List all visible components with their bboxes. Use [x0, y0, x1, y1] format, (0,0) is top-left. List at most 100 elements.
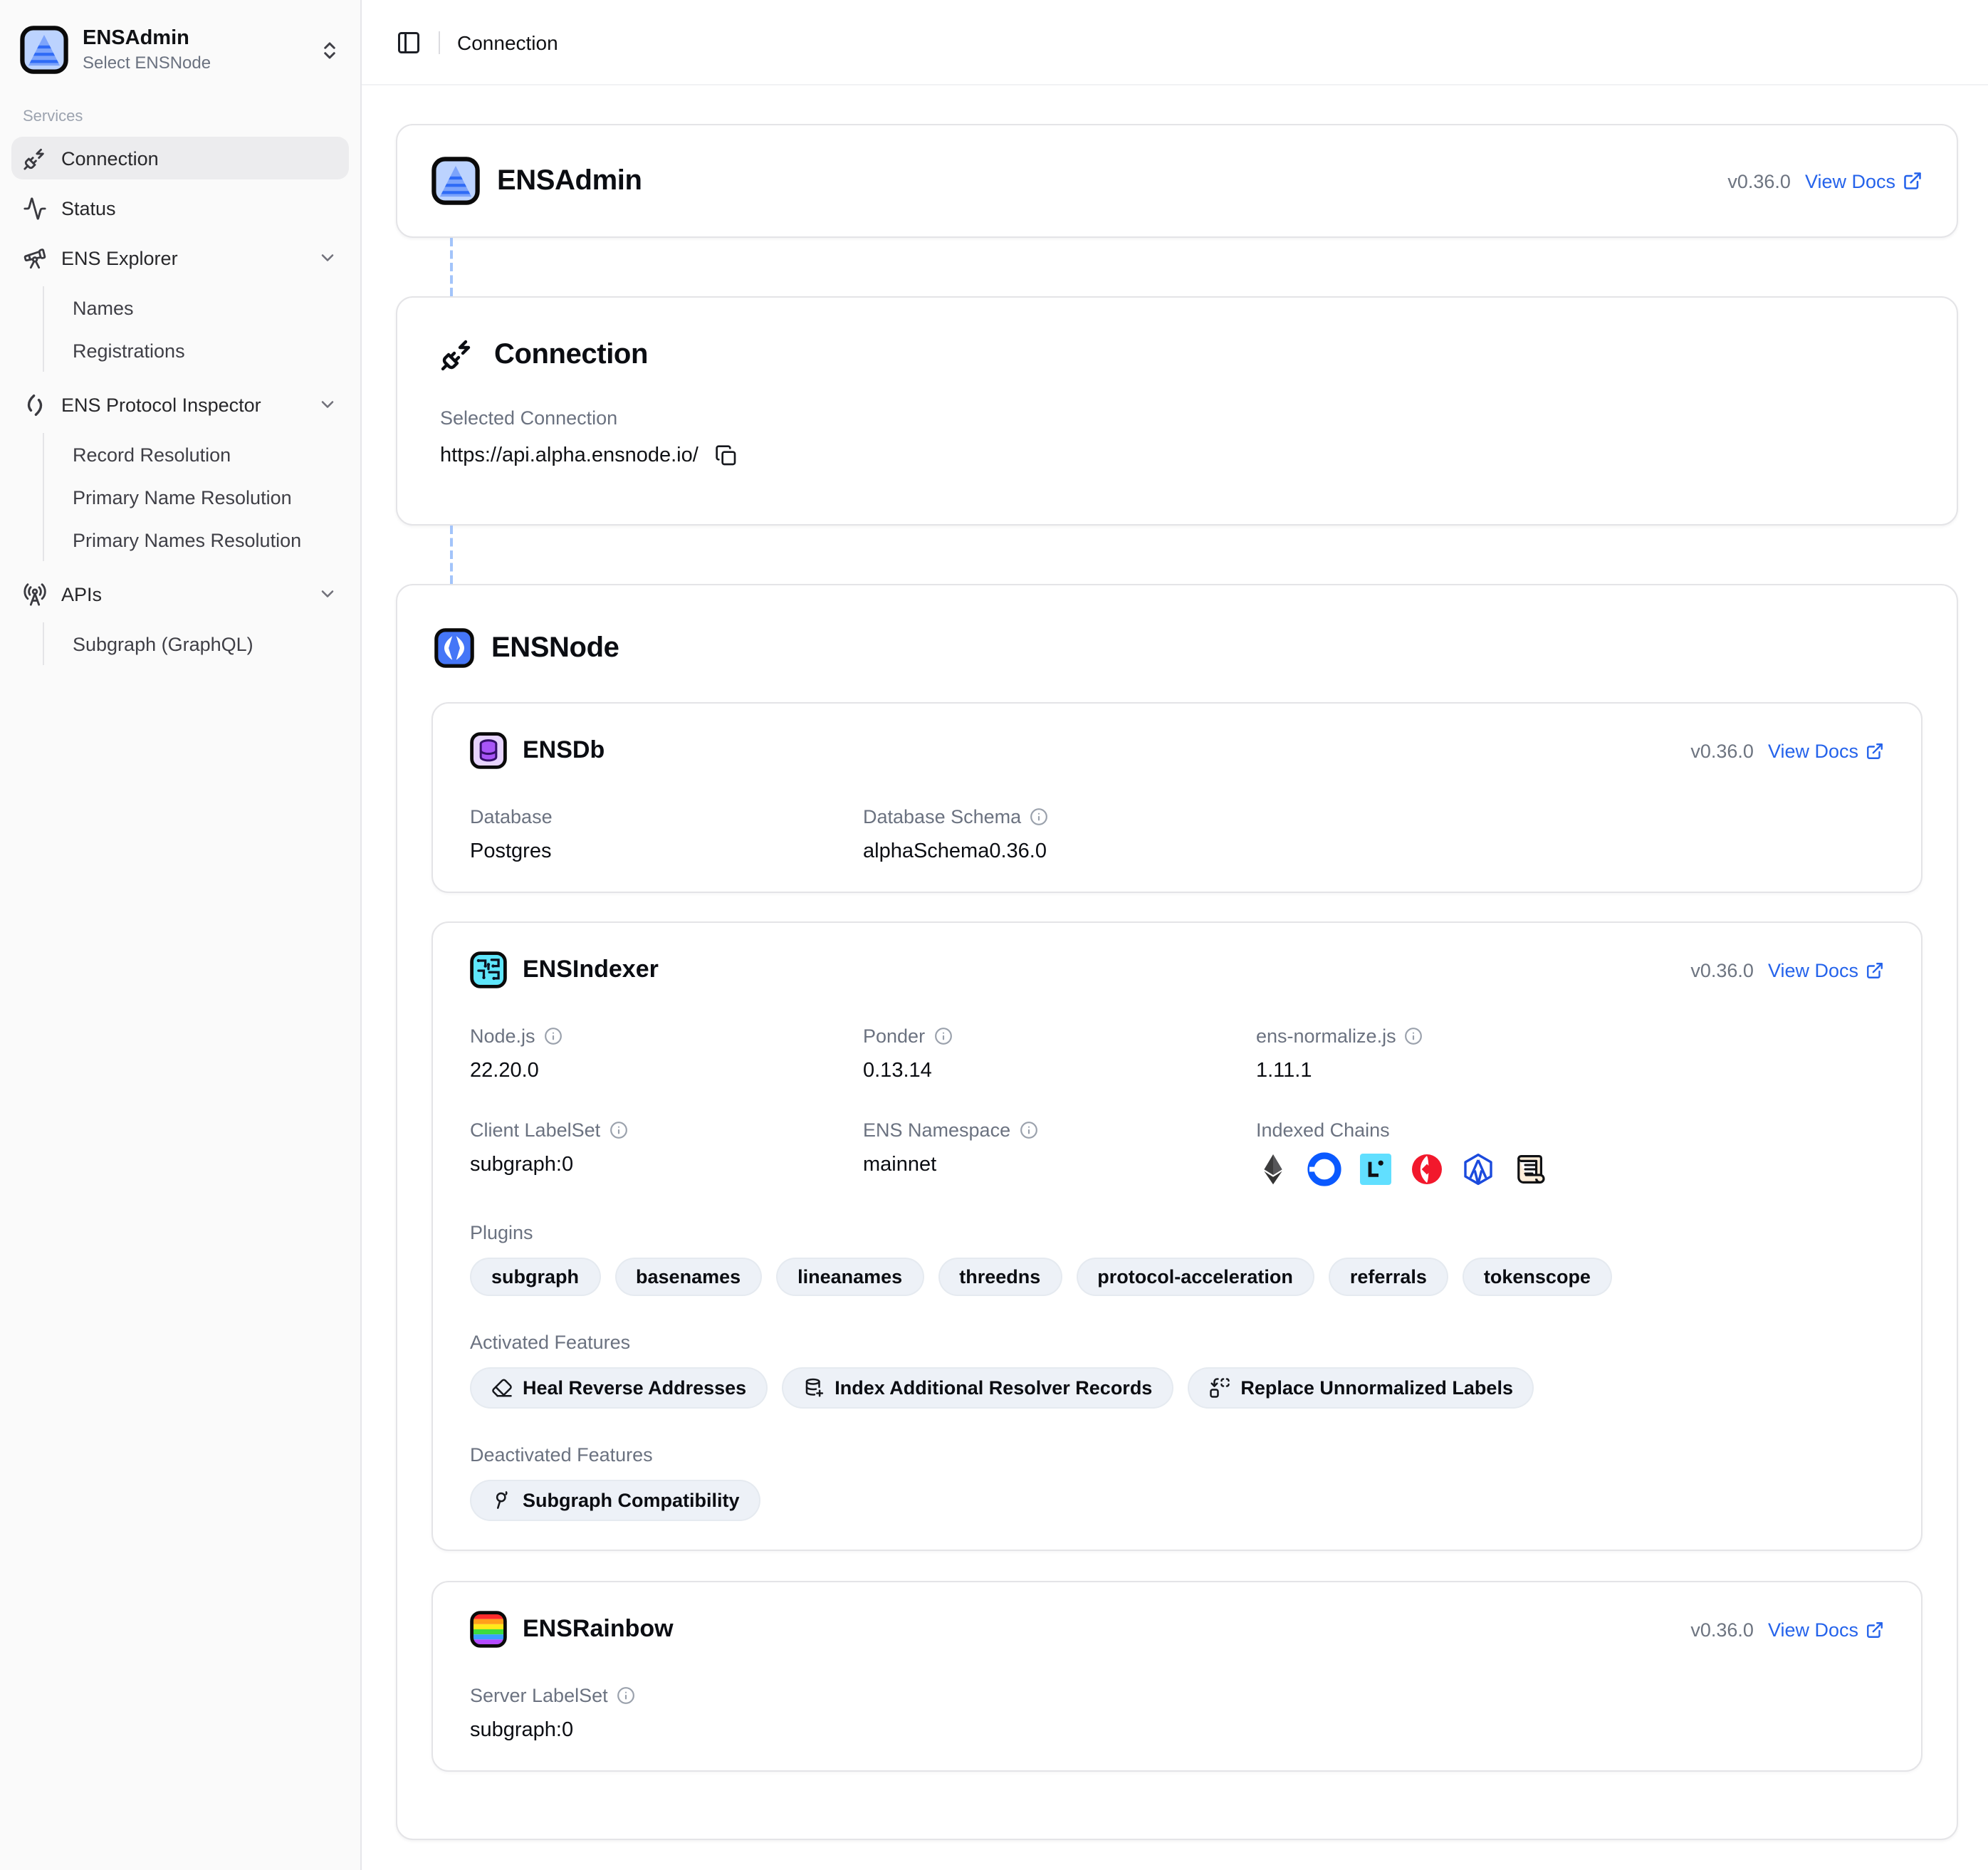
ens-protocol-inspector-sublist: Record Resolution Primary Name Resolutio… [43, 433, 349, 561]
deactivated-features-chips: Subgraph Compatibility [470, 1480, 1884, 1521]
view-docs-label: View Docs [1805, 170, 1895, 192]
chevron-down-icon [318, 395, 338, 414]
info-icon[interactable] [1019, 1121, 1037, 1139]
telescope-icon [23, 246, 47, 270]
sidebar-item-label: APIs [61, 583, 303, 605]
connection-url: https://api.alpha.ensnode.io/ [440, 444, 699, 467]
feature-label: Index Additional Resolver Records [835, 1377, 1152, 1399]
sidebar-item-ens-protocol-inspector[interactable]: ENS Protocol Inspector [11, 383, 349, 426]
ethereum-chain-icon [1256, 1152, 1290, 1186]
sidebar-item-primary-name-resolution[interactable]: Primary Name Resolution [61, 476, 349, 518]
ensadmin-card-title: ENSAdmin [497, 164, 642, 197]
sidebar-item-label: ENS Protocol Inspector [61, 394, 303, 415]
app-title: ENSAdmin [83, 26, 305, 51]
external-link-icon [1866, 961, 1884, 979]
info-icon[interactable] [1030, 808, 1048, 826]
ensnode-card: ENSNode ENSDb v0.36.0 [396, 584, 1958, 1840]
ponder-field: Ponder 0.13.14 [863, 1025, 1256, 1082]
info-icon[interactable] [1405, 1027, 1423, 1045]
arbitrum-chain-icon [1461, 1152, 1495, 1186]
scroll-chain-icon [1512, 1152, 1547, 1186]
topbar: Connection [362, 0, 1988, 85]
field-value: Postgres [470, 840, 863, 863]
field-label: ENS Namespace [863, 1119, 1010, 1141]
activity-icon [23, 196, 47, 220]
ensadmin-version: v0.36.0 [1727, 170, 1791, 192]
ensadmin-view-docs-link[interactable]: View Docs [1805, 170, 1922, 192]
ensnode-selector[interactable]: ENSAdmin Select ENSNode [11, 14, 349, 94]
connection-card: Connection Selected Connection https://a… [396, 296, 1958, 526]
sidebar-item-connection[interactable]: Connection [11, 137, 349, 179]
plugins-chips: subgraph basenames lineanames threedns p… [470, 1258, 1884, 1296]
client-labelset-field: Client LabelSet subgraph:0 [470, 1119, 863, 1186]
breadcrumb: Connection [457, 31, 558, 53]
sidebar-item-record-resolution[interactable]: Record Resolution [61, 433, 349, 476]
info-icon[interactable] [609, 1121, 627, 1139]
chevron-down-icon [318, 248, 338, 268]
field-label: ens-normalize.js [1256, 1025, 1396, 1047]
panel-left-icon[interactable] [396, 29, 422, 55]
app-subtitle: Select ENSNode [83, 53, 305, 73]
eraser-icon [491, 1377, 513, 1399]
connector-dashed-line [450, 526, 1958, 584]
sidebar-item-ens-explorer[interactable]: ENS Explorer [11, 236, 349, 279]
chevron-down-icon [318, 584, 338, 604]
ens-mark-icon [23, 392, 47, 417]
external-link-icon [1903, 171, 1922, 191]
external-link-icon [1866, 741, 1884, 760]
field-value: subgraph:0 [470, 1719, 863, 1742]
sidebar-item-apis[interactable]: APIs [11, 573, 349, 615]
field-label: Client LabelSet [470, 1119, 600, 1141]
sidebar-item-names[interactable]: Names [61, 286, 349, 329]
ensdb-title: ENSDb [523, 736, 605, 765]
info-icon[interactable] [617, 1686, 635, 1705]
field-value: alphaSchema0.36.0 [863, 840, 1256, 863]
external-link-icon [1866, 1620, 1884, 1639]
ensrainbow-logo-icon [470, 1611, 507, 1648]
ensrainbow-version: v0.36.0 [1690, 1619, 1754, 1640]
feature-label: Heal Reverse Addresses [523, 1377, 746, 1399]
copy-icon[interactable] [716, 444, 738, 467]
info-icon[interactable] [544, 1027, 563, 1045]
ensindexer-title: ENSIndexer [523, 956, 659, 984]
plugin-chip: tokenscope [1463, 1258, 1612, 1296]
ens-explorer-sublist: Names Registrations [43, 286, 349, 372]
connection-card-title: Connection [494, 338, 648, 371]
sidebar-item-label: ENS Explorer [61, 247, 303, 268]
ensrainbow-view-docs-link[interactable]: View Docs [1768, 1619, 1884, 1640]
threedns-chain-icon [1410, 1152, 1444, 1186]
sidebar-section-label: Services [11, 94, 349, 137]
selected-connection-label: Selected Connection [440, 407, 1922, 429]
sidebar-item-label: Connection [61, 147, 338, 169]
main-area: Connection ENSAdmin v0.36.0 View Docs [362, 0, 1988, 1870]
ensindexer-card: ENSIndexer v0.36.0 View Docs [431, 921, 1922, 1551]
ensdb-version: v0.36.0 [1690, 740, 1754, 761]
view-docs-label: View Docs [1768, 740, 1858, 761]
feature-label: Replace Unnormalized Labels [1240, 1377, 1513, 1399]
sidebar-item-status[interactable]: Status [11, 187, 349, 229]
nodejs-field: Node.js 22.20.0 [470, 1025, 863, 1082]
ensadmin-logo-icon [431, 157, 480, 205]
sidebar-item-registrations[interactable]: Registrations [61, 329, 349, 372]
activated-features-label: Activated Features [470, 1332, 1884, 1353]
view-docs-label: View Docs [1768, 959, 1858, 981]
feature-chip-heal-reverse-addresses: Heal Reverse Addresses [470, 1367, 768, 1409]
ensnode-card-title: ENSNode [491, 632, 619, 664]
ens-normalize-field: ens-normalize.js 1.11.1 [1256, 1025, 1884, 1082]
field-label: Database [470, 806, 553, 827]
sidebar-item-primary-names-resolution[interactable]: Primary Names Resolution [61, 518, 349, 561]
plug-zap-icon [23, 146, 47, 170]
plugin-chip: threedns [938, 1258, 1062, 1296]
linea-chain-icon [1359, 1152, 1393, 1186]
info-icon[interactable] [933, 1027, 952, 1045]
app-root: ENSAdmin Select ENSNode Services Connect… [0, 0, 1988, 1870]
ensdb-view-docs-link[interactable]: View Docs [1768, 740, 1884, 761]
ensindexer-view-docs-link[interactable]: View Docs [1768, 959, 1884, 981]
field-value: 0.13.14 [863, 1060, 1256, 1082]
database-schema-field: Database Schema alphaSchema0.36.0 [863, 806, 1256, 863]
ens-namespace-field: ENS Namespace mainnet [863, 1119, 1256, 1186]
sidebar-item-subgraph-graphql[interactable]: Subgraph (GraphQL) [61, 622, 349, 665]
apis-sublist: Subgraph (GraphQL) [43, 622, 349, 665]
chevrons-up-down-icon[interactable] [319, 39, 340, 61]
view-docs-label: View Docs [1768, 1619, 1858, 1640]
